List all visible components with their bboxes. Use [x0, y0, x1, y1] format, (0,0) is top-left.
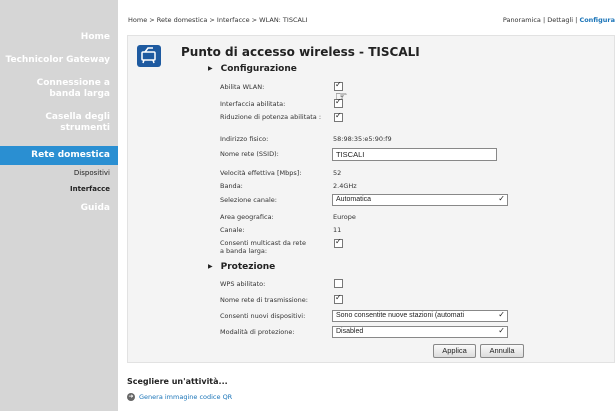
broadcast-checkbox[interactable]	[334, 293, 343, 304]
view-links: Panoramica | Dettagli | Configura	[503, 16, 615, 24]
sidebar: Home Technicolor Gateway Connessione a b…	[0, 0, 118, 411]
mac-address-value: 58:98:35:e5:90:f9	[333, 135, 392, 143]
sidebar-item-help[interactable]: Guida	[0, 203, 118, 214]
sidebar-subitem-interfaces[interactable]: Interfacce	[0, 181, 118, 197]
breadcrumb[interactable]: Home > Rete domestica > Interfacce > WLA…	[128, 16, 307, 24]
channel-select[interactable]: Automatica ✓	[332, 194, 508, 206]
speed-label: Velocità effettiva [Mbps]:	[220, 169, 302, 177]
multicast-label: Consenti multicast da rete a banda larga…	[220, 239, 306, 255]
wireless-access-point-icon	[137, 45, 161, 67]
chevron-down-icon: ✓	[498, 194, 505, 203]
sidebar-item-broadband[interactable]: Connessione a banda larga	[0, 78, 118, 100]
details-link[interactable]: Dettagli	[547, 16, 573, 24]
section-security-title: Protezione	[220, 262, 276, 272]
channel-value: 11	[333, 226, 342, 234]
protection-mode-select[interactable]: Disabled ✓	[332, 326, 508, 338]
ssid-input[interactable]: TISCALI	[332, 148, 497, 161]
expand-triangle-icon: ▶	[208, 65, 213, 72]
topbar: Home > Rete domestica > Interfacce > WLA…	[122, 0, 615, 30]
new-devices-label: Consenti nuovi dispositivi:	[220, 312, 306, 320]
power-reduction-checkbox[interactable]	[334, 111, 343, 122]
section-config[interactable]: ▶ Configurazione	[208, 64, 297, 74]
activity-link[interactable]: ➜ Genera immagine codice QR	[127, 393, 232, 401]
band-value: 2.4GHz	[333, 182, 357, 190]
arrow-right-icon: ➜	[127, 393, 135, 401]
speed-value: 52	[333, 169, 342, 177]
apply-button[interactable]: Applica	[433, 344, 476, 358]
new-devices-value: Sono consentite nuove stazioni (automati	[336, 312, 465, 319]
wps-label: WPS abilitato:	[220, 280, 266, 288]
section-security[interactable]: ▶ Protezione	[208, 262, 275, 272]
activity-title: Scegliere un'attività...	[127, 377, 228, 386]
section-config-title: Configurazione	[220, 64, 297, 74]
expand-triangle-icon: ▶	[208, 263, 213, 270]
protection-mode-value: Disabled	[336, 328, 364, 335]
page-title: Punto di accesso wireless - TISCALI	[181, 45, 420, 59]
band-label: Banda:	[220, 182, 243, 190]
broadcast-label: Nome rete di trasmissione:	[220, 296, 308, 304]
sidebar-item-home-network[interactable]: Rete domestica	[0, 146, 118, 165]
multicast-checkbox[interactable]	[334, 237, 343, 248]
region-value: Europe	[333, 213, 356, 221]
power-reduction-label: Riduzione di potenza abilitata :	[220, 113, 322, 121]
channel-select-value: Automatica	[336, 196, 372, 203]
main-panel: Punto di accesso wireless - TISCALI ▶ Con…	[127, 35, 615, 363]
region-label: Area geografica:	[220, 213, 274, 221]
configure-link[interactable]: Configura	[579, 16, 615, 24]
sidebar-item-toolbox[interactable]: Casella degli strumenti	[0, 112, 118, 134]
separator: |	[542, 16, 546, 24]
cancel-button[interactable]: Annulla	[480, 344, 524, 358]
enable-wlan-label: Abilita WLAN:	[220, 83, 265, 91]
chevron-down-icon: ✓	[498, 326, 505, 335]
sidebar-item-home[interactable]: Home	[0, 32, 118, 43]
wps-checkbox[interactable]	[334, 279, 343, 288]
channel-select-label: Selezione canale:	[220, 196, 277, 204]
new-devices-select[interactable]: Sono consentite nuove stazioni (automati…	[332, 310, 508, 322]
interface-enabled-label: Interfaccia abilitata:	[220, 100, 286, 108]
overview-link[interactable]: Panoramica	[503, 16, 541, 24]
sidebar-item-technicolor-gateway[interactable]: Technicolor Gateway	[0, 55, 118, 66]
mac-address-label: Indirizzo fisico:	[220, 135, 269, 143]
activity-link-label: Genera immagine codice QR	[139, 393, 233, 401]
channel-label: Canale:	[220, 226, 245, 234]
hand-cursor-icon: ☞	[335, 89, 348, 105]
ssid-label: Nome rete (SSID):	[220, 150, 279, 158]
separator: |	[575, 16, 578, 24]
chevron-down-icon: ✓	[498, 310, 505, 319]
sidebar-subitem-devices[interactable]: Dispositivi	[0, 165, 118, 181]
protection-mode-label: Modalità di protezione:	[220, 328, 295, 336]
